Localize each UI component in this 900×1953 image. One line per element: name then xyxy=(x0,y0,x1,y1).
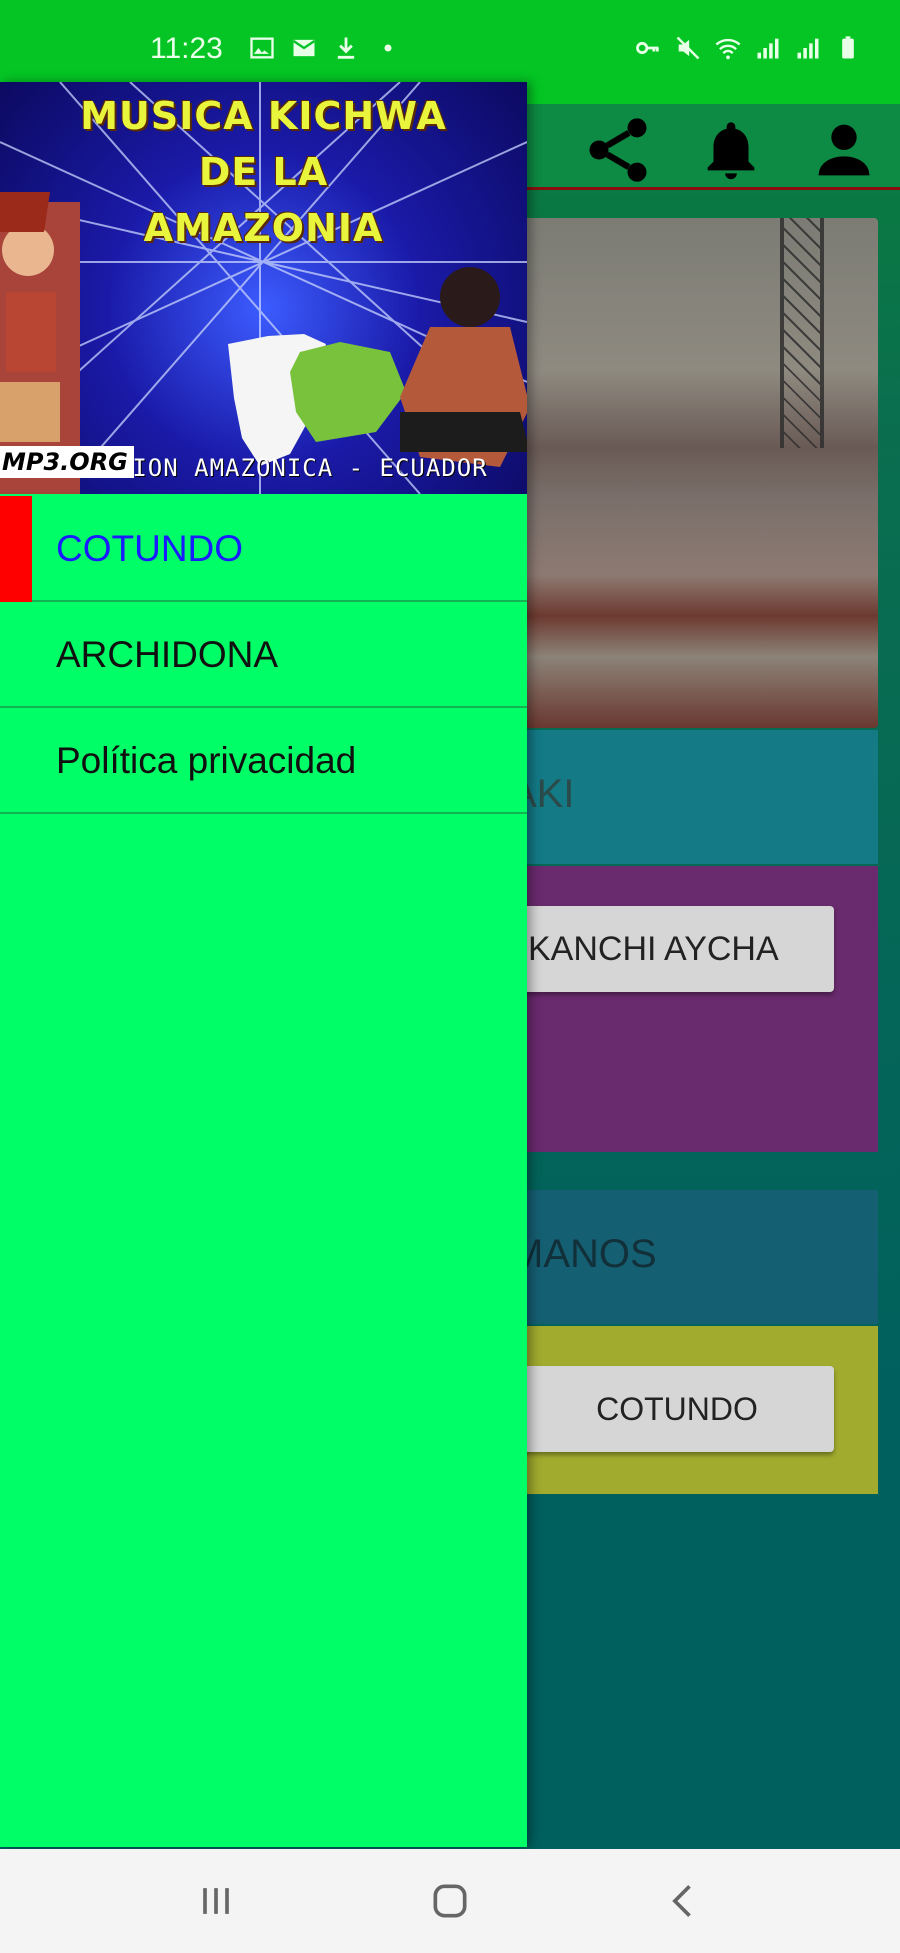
email-icon xyxy=(292,39,316,57)
signal-icon xyxy=(757,38,779,59)
status-time: 11:23 xyxy=(150,32,223,65)
download-icon xyxy=(337,37,355,59)
cotundo-button[interactable]: COTUNDO xyxy=(520,1366,834,1452)
banner-artwork xyxy=(0,82,527,494)
menu-item-label: COTUNDO xyxy=(56,528,244,569)
signal-icon xyxy=(797,38,819,59)
back-icon[interactable] xyxy=(662,1879,706,1923)
banner-title-line3: AMAZONIA xyxy=(143,206,384,250)
status-left-icons xyxy=(248,34,402,62)
banner-title-line1: MUSICA KICHWA xyxy=(80,94,447,138)
home-icon[interactable] xyxy=(428,1879,472,1923)
mute-icon xyxy=(676,36,700,60)
menu-item-archidona[interactable]: ARCHIDONA xyxy=(0,602,527,708)
antenna-tower xyxy=(780,218,824,448)
dot-icon xyxy=(384,44,392,52)
status-right-icons xyxy=(634,34,862,62)
battery-icon xyxy=(842,36,854,59)
menu-item-label: Política privacidad xyxy=(56,740,357,781)
recents-icon[interactable] xyxy=(194,1879,238,1923)
bell-icon[interactable] xyxy=(696,112,766,188)
banner-title-line2: DE LA xyxy=(198,150,329,194)
toolbar-actions xyxy=(580,112,882,188)
menu-item-label: ARCHIDONA xyxy=(56,634,279,675)
account-icon[interactable] xyxy=(806,112,882,188)
banner-caption: REGION AMAZONICA - ECUADOR xyxy=(86,454,488,482)
menu-item-privacy-policy[interactable]: Política privacidad xyxy=(0,708,527,814)
drawer-banner: MUSICA KICHWA DE LA AMAZONIA REGION AMAZ… xyxy=(0,82,527,494)
menu-item-cotundo[interactable]: COTUNDO xyxy=(0,496,527,602)
active-indicator xyxy=(0,496,32,602)
image-icon xyxy=(250,37,274,59)
system-nav-bar xyxy=(0,1849,900,1953)
share-icon[interactable] xyxy=(580,112,656,188)
drawer-menu: COTUNDO ARCHIDONA Política privacidad xyxy=(0,496,527,814)
navigation-drawer: MUSICA KICHWA DE LA AMAZONIA REGION AMAZ… xyxy=(0,82,527,1847)
vpn-key-icon xyxy=(636,41,659,55)
wifi-icon xyxy=(715,38,741,60)
section-label-2: MANOS xyxy=(510,1232,657,1276)
banner-site-label: MP3.ORG xyxy=(0,446,134,478)
